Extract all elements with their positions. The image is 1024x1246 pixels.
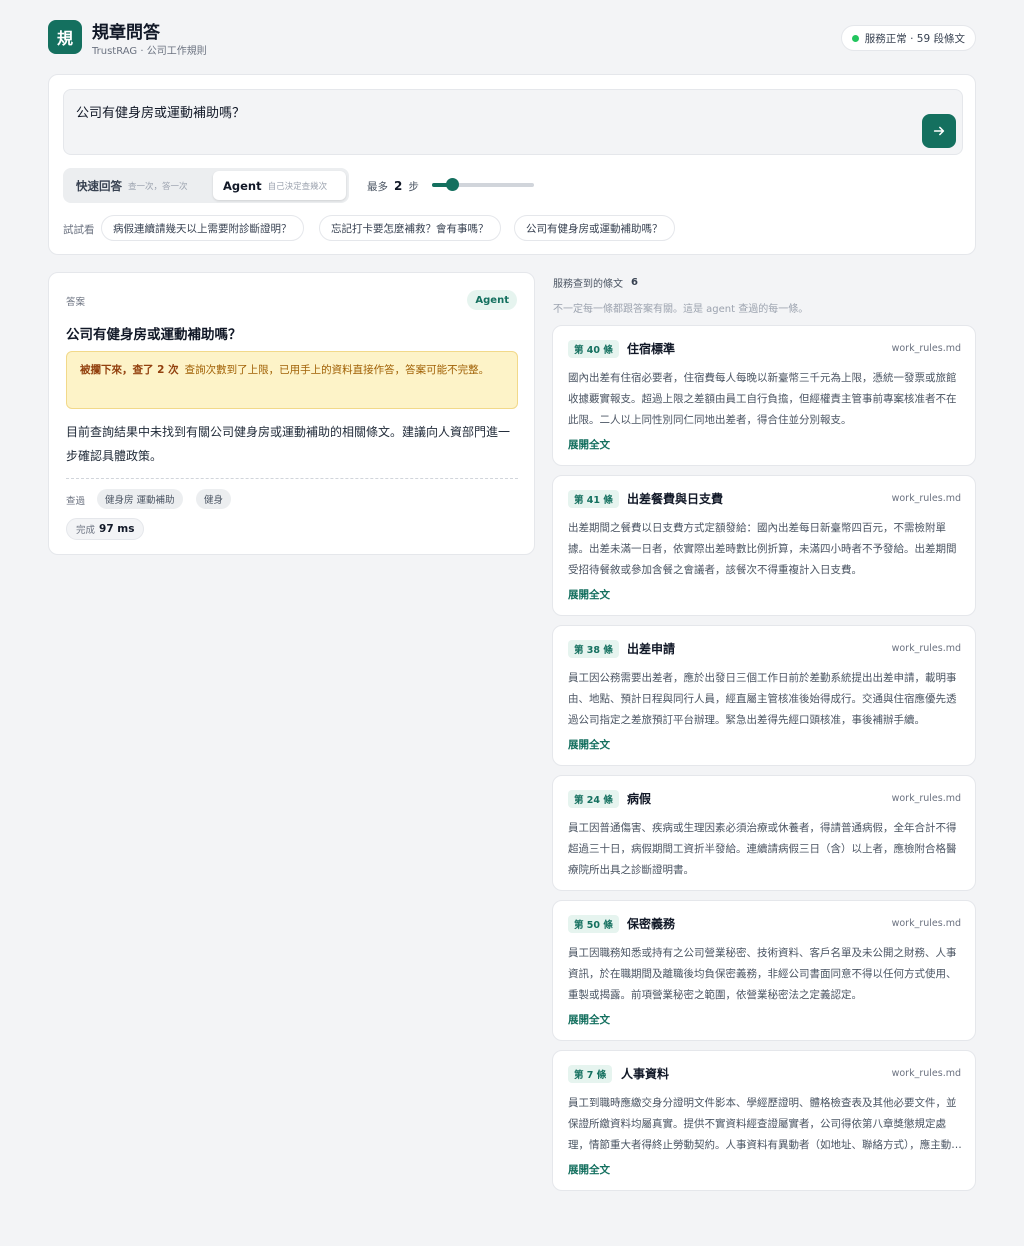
limit-warning-text: 查詢次數到了上限，已用手上的資料直接作答，答案可能不完整。 xyxy=(184,364,490,376)
limit-warning: 被攔下來，查了 2 次查詢次數到了上限，已用手上的資料直接作答，答案可能不完整。 xyxy=(66,351,518,409)
article-number-badge: 第 7 條 xyxy=(568,1065,613,1083)
source-file-name: work_rules.md xyxy=(891,343,961,354)
mode-quick-button[interactable]: 快速回答 查一次，答一次 xyxy=(66,171,210,200)
article-number-badge: 第 41 條 xyxy=(568,490,619,508)
answer-panel: 答案 Agent 公司有健身房或運動補助嗎？ 被攔下來，查了 2 次查詢次數到了… xyxy=(48,272,535,555)
article-title: 出差申請 xyxy=(627,642,676,656)
arrow-right-icon xyxy=(933,126,945,136)
article-excerpt: 員工因公務需要出差者，應於出發日三個工作日前於差勤系統提出出差申請，載明事由、地… xyxy=(568,672,957,726)
completion-time-badge: 完成 97 ms xyxy=(66,518,145,540)
source-file-name: work_rules.md xyxy=(891,643,961,654)
limit-warning-title: 被攔下來，查了 2 次 xyxy=(80,364,179,376)
suggestion-chip[interactable]: 公司有健身房或運動補助嗎？ xyxy=(514,215,675,241)
sources-title: 服務查到的條文 xyxy=(553,279,623,290)
source-file-name: work_rules.md xyxy=(891,493,961,504)
article-title: 住宿標準 xyxy=(627,342,676,356)
query-panel: 公司有健身房或運動補助嗎？ 快速回答 查一次，答一次 Agent 自己決定查幾次… xyxy=(48,74,976,255)
status-dot-icon xyxy=(851,34,859,42)
article-number-badge: 第 38 條 xyxy=(568,640,619,658)
app-subtitle: TrustRAG · 公司工作規則 xyxy=(92,46,207,57)
suggestion-chip[interactable]: 病假連續請幾天以上需要附診斷證明？ xyxy=(101,215,304,241)
sources-header: 服務查到的條文 6 xyxy=(553,275,638,290)
expand-full-text-link[interactable]: 展開全文 xyxy=(568,587,610,602)
source-card: 第 50 條 保密義務 work_rules.md 員工因職務知悉或持有之公司營… xyxy=(552,900,976,1041)
suggestions-label: 試試看 xyxy=(63,224,95,236)
max-steps-prefix: 最多 xyxy=(367,180,388,193)
app-title: 規章問答 xyxy=(92,23,160,43)
service-status-badge: 服務正常 · 59 段條文 xyxy=(840,25,976,51)
answer-question: 公司有健身房或運動補助嗎？ xyxy=(66,327,242,343)
service-status-text: 服務正常 · 59 段條文 xyxy=(864,32,965,45)
expand-full-text-link[interactable]: 展開全文 xyxy=(568,1162,610,1177)
app-header: 規 規章問答 TrustRAG · 公司工作規則 服務正常 · 59 段條文 xyxy=(48,16,976,60)
sources-subtitle: 不一定每一條都跟答案有關。這是 agent 查過的每一條。 xyxy=(553,304,809,315)
completion-label: 完成 xyxy=(76,525,96,536)
answer-mode-badge: Agent xyxy=(467,290,517,310)
answer-divider xyxy=(66,478,518,479)
app-logo: 規 xyxy=(48,20,82,54)
source-card: 第 41 條 出差餐費與日支費 work_rules.md 出差期間之餐費以日支… xyxy=(552,475,976,616)
mode-agent-label: Agent xyxy=(223,178,262,193)
source-card: 第 40 條 住宿標準 work_rules.md 國內出差有住宿必要者，住宿費… xyxy=(552,325,976,466)
article-title: 病假 xyxy=(627,792,652,806)
article-number-badge: 第 24 條 xyxy=(568,790,619,808)
source-card: 第 38 條 出差申請 work_rules.md 員工因公務需要出差者，應於出… xyxy=(552,625,976,766)
expand-full-text-link[interactable]: 展開全文 xyxy=(568,437,610,452)
submit-button[interactable] xyxy=(922,114,956,148)
question-input[interactable]: 公司有健身房或運動補助嗎？ xyxy=(63,89,963,155)
searched-term-tag: 健身 xyxy=(196,489,232,509)
article-title: 保密義務 xyxy=(627,917,676,931)
sources-count: 6 xyxy=(631,277,638,288)
mode-quick-label: 快速回答 xyxy=(76,178,122,193)
suggestion-chip[interactable]: 忘記打卡要怎麼補救？會有事嗎？ xyxy=(319,215,501,241)
article-excerpt: 出差期間之餐費以日支費方式定額發給：國內出差每日新臺幣四百元，不需檢附單據。出差… xyxy=(568,522,957,576)
expand-full-text-link[interactable]: 展開全文 xyxy=(568,737,610,752)
answer-mode-toggle: 快速回答 查一次，答一次 Agent 自己決定查幾次 xyxy=(63,168,349,203)
article-excerpt: 國內出差有住宿必要者，住宿費每人每晚以新臺幣三千元為上限，憑統一發票或旅館收據覈… xyxy=(568,372,957,426)
max-steps-slider[interactable] xyxy=(432,178,534,191)
max-steps-control: 最多 2 步 xyxy=(367,175,419,197)
searched-terms-label: 查過 xyxy=(66,496,86,507)
answer-section-label: 答案 xyxy=(66,297,86,308)
article-number-badge: 第 40 條 xyxy=(568,340,619,358)
completion-time-value: 97 ms xyxy=(99,523,135,535)
mode-quick-hint: 查一次，答一次 xyxy=(128,181,188,192)
article-number-badge: 第 50 條 xyxy=(568,915,619,933)
article-excerpt: 員工到職時應繳交身分證明文件影本、學經歷證明、體格檢查表及其他必要文件，並保證所… xyxy=(568,1097,962,1151)
article-title: 人事資料 xyxy=(621,1067,670,1081)
source-card: 第 7 條 人事資料 work_rules.md 員工到職時應繳交身分證明文件影… xyxy=(552,1050,976,1191)
article-excerpt: 員工因普通傷害、疾病或生理因素必須治療或休養者，得請普通病假，全年合計不得超過三… xyxy=(568,822,957,876)
mode-agent-button[interactable]: Agent 自己決定查幾次 xyxy=(213,171,346,200)
source-file-name: work_rules.md xyxy=(891,1068,961,1079)
article-excerpt: 員工因職務知悉或持有之公司營業秘密、技術資料、客戶名單及未公開之財務、人事資訊，… xyxy=(568,947,957,1001)
article-title: 出差餐費與日支費 xyxy=(627,492,724,506)
max-steps-value: 2 xyxy=(394,179,403,193)
slider-thumb[interactable] xyxy=(446,178,459,191)
answer-body: 目前查詢結果中未找到有關公司健身房或運動補助的相關條文。建議向人資部門進一步確認… xyxy=(66,425,511,463)
mode-agent-hint: 自己決定查幾次 xyxy=(267,181,328,192)
source-card: 第 24 條 病假 work_rules.md 員工因普通傷害、疾病或生理因素必… xyxy=(552,775,976,891)
source-file-name: work_rules.md xyxy=(891,793,961,804)
question-input-text[interactable]: 公司有健身房或運動補助嗎？ xyxy=(76,102,245,121)
expand-full-text-link[interactable]: 展開全文 xyxy=(568,1012,610,1027)
searched-term-tag: 健身房 運動補助 xyxy=(97,489,183,509)
max-steps-suffix: 步 xyxy=(408,180,419,193)
source-file-name: work_rules.md xyxy=(891,918,961,929)
